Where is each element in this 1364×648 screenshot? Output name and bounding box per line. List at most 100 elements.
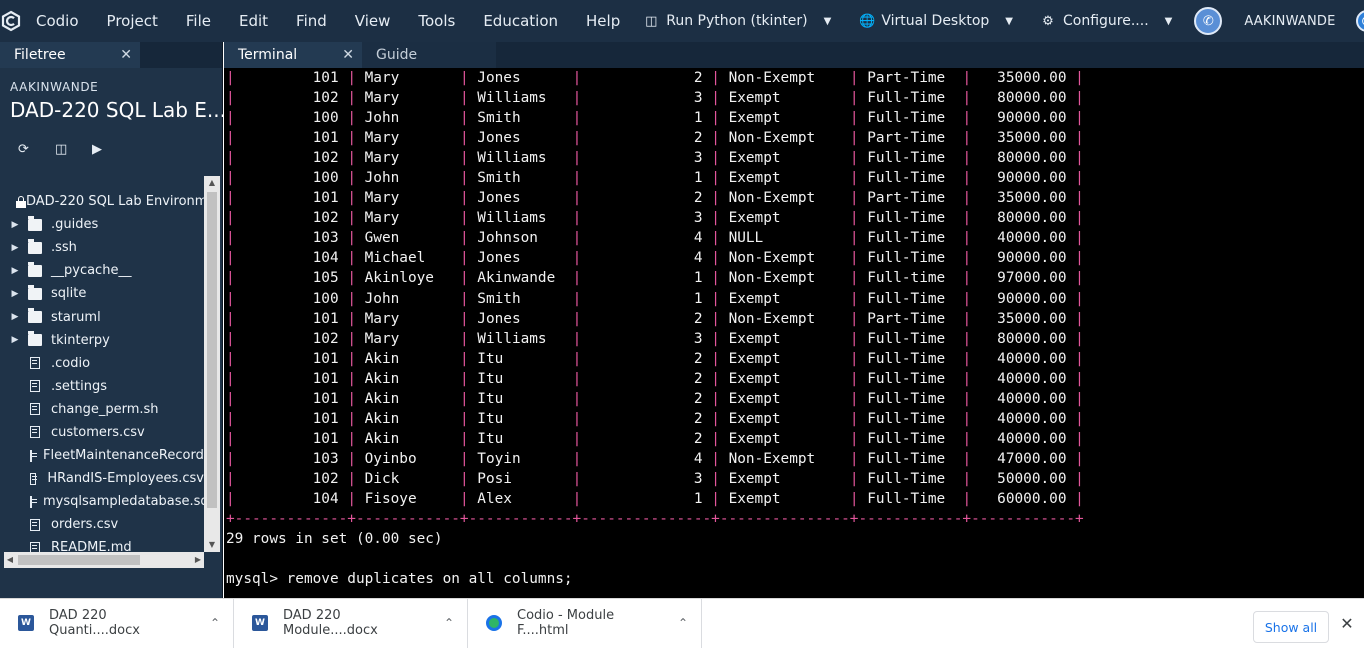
tree-file[interactable]: README.md <box>0 536 204 552</box>
table-row: | 101 | Akin | Itu | 2 | Exempt | Full-T… <box>226 429 1362 449</box>
editor-tabbar: Terminal ✕ Guide <box>224 42 1364 68</box>
table-border: | <box>711 150 720 167</box>
table-border: | <box>459 190 469 207</box>
tab-guide[interactable]: Guide <box>362 42 496 68</box>
configure-dropdown[interactable]: ⚙ Configure.... ▼ <box>1031 0 1182 42</box>
phone-icon[interactable]: ✆ <box>1194 7 1223 35</box>
run-dropdown[interactable]: ◫ Run Python (tkinter) ▼ <box>634 0 841 42</box>
tree-file[interactable]: .settings <box>0 375 204 398</box>
table-cell: Non-Exempt <box>719 270 850 287</box>
close-icon[interactable]: ✕ <box>342 47 354 63</box>
table-cell: 1 <box>581 270 712 287</box>
menu-project[interactable]: Project <box>93 0 172 42</box>
tree-file[interactable]: customers.csv <box>0 421 204 444</box>
tree-file[interactable]: .codio <box>0 352 204 375</box>
file-label: customers.csv <box>51 424 145 440</box>
table-border: | <box>1075 370 1084 387</box>
menu-codio[interactable]: Codio <box>22 0 93 42</box>
table-cell: Williams <box>468 210 573 227</box>
table-border: | <box>347 410 356 427</box>
menu-education[interactable]: Education <box>469 0 572 42</box>
expand-arrow-icon[interactable]: ▶ <box>8 312 22 322</box>
table-cell: 40000.00 <box>971 350 1076 367</box>
download-item[interactable]: W DAD 220 Quanti....docx ⌃ <box>0 598 234 648</box>
tree-folder[interactable]: ▶ __pycache__ <box>0 259 204 282</box>
expand-arrow-icon[interactable]: ▶ <box>8 243 22 253</box>
expand-arrow-icon[interactable]: ▶ <box>8 266 22 276</box>
table-row: | 101 | Mary | Jones | 2 | Non-Exempt | … <box>226 68 1362 88</box>
tab-filetree[interactable]: Filetree ✕ <box>0 42 140 68</box>
menu-help[interactable]: Help <box>572 0 634 42</box>
table-border: | <box>459 270 469 287</box>
tree-file[interactable]: mysqlsampledatabase.sql <box>0 490 204 513</box>
chevron-up-icon[interactable]: ⌃ <box>197 616 233 630</box>
chevron-up-icon[interactable]: ⌃ <box>431 616 467 630</box>
table-cell: Full-Time <box>858 250 963 267</box>
tree-folder[interactable]: ▶ staruml <box>0 305 204 328</box>
scrollbar-thumb[interactable] <box>18 555 140 565</box>
table-border: | <box>1075 290 1084 307</box>
expand-arrow-icon[interactable]: ▶ <box>8 289 22 299</box>
menu-find[interactable]: Find <box>282 0 341 42</box>
power-icon[interactable]: ⏻ <box>1355 10 1364 32</box>
table-border: | <box>572 350 582 367</box>
play-icon[interactable]: ▶ <box>92 142 129 178</box>
tree-file[interactable]: orders.csv <box>0 513 204 536</box>
table-cell: Part-Time <box>858 190 963 207</box>
menu-view[interactable]: View <box>341 0 405 42</box>
tree-folder[interactable]: ▶ tkinterpy <box>0 329 204 352</box>
refresh-icon[interactable]: ⟳ <box>18 142 55 178</box>
scroll-right-icon[interactable]: ▶ <box>192 552 204 568</box>
tab-terminal[interactable]: Terminal ✕ <box>224 42 362 68</box>
codio-logo-icon[interactable] <box>0 0 22 42</box>
table-cell: Non-Exempt <box>719 70 850 86</box>
file-icon <box>30 495 37 508</box>
table-cell: Alex <box>468 490 573 507</box>
table-border: | <box>226 230 235 247</box>
table-row: | 103 | Oyinbo | Toyin | 4 | Non-Exempt … <box>226 449 1362 469</box>
scroll-down-icon[interactable]: ▼ <box>204 538 220 552</box>
table-border: | <box>572 210 582 227</box>
chevron-up-icon[interactable]: ⌃ <box>665 616 701 630</box>
tree-root[interactable]: DAD-220 SQL Lab Environment <box>0 190 204 213</box>
show-all-button[interactable]: Show all <box>1253 611 1329 643</box>
tree-folder[interactable]: ▶ .guides <box>0 213 204 236</box>
scrollbar-thumb[interactable] <box>207 192 217 508</box>
tree-folder[interactable]: ▶ .ssh <box>0 236 204 259</box>
menu-file[interactable]: File <box>172 0 225 42</box>
terminal-output[interactable]: | 101 | Mary | Jones | 2 | Non-Exempt | … <box>226 68 1362 598</box>
menu-edit[interactable]: Edit <box>225 0 282 42</box>
expand-arrow-icon[interactable]: ▶ <box>8 335 22 345</box>
expand-arrow-icon[interactable]: ▶ <box>8 220 22 230</box>
terminal-icon[interactable]: ◫ <box>55 142 92 178</box>
table-cell: Full-time <box>858 270 963 287</box>
menu-tools[interactable]: Tools <box>404 0 469 42</box>
table-cell: 2 <box>581 390 712 407</box>
table-border: | <box>347 370 356 387</box>
table-border: | <box>962 210 972 227</box>
scroll-left-icon[interactable]: ◀ <box>4 552 16 568</box>
scroll-up-icon[interactable]: ▲ <box>204 176 220 190</box>
close-icon[interactable]: ✕ <box>1338 615 1356 633</box>
table-border: | <box>962 70 972 86</box>
filetree-horizontal-scrollbar[interactable]: ◀ ▶ <box>4 552 204 568</box>
tree-folder[interactable]: ▶ sqlite <box>0 282 204 305</box>
table-border: | <box>711 90 720 107</box>
tree-file[interactable]: HRandIS-Employees.csv <box>0 467 204 490</box>
table-cell: 104 <box>234 490 348 507</box>
tree-file[interactable]: FleetMaintenanceRecords <box>0 444 204 467</box>
download-item[interactable]: W DAD 220 Module....docx ⌃ <box>234 598 468 648</box>
download-item[interactable]: Codio - Module F....html ⌃ <box>468 598 702 648</box>
virtual-desktop-dropdown[interactable]: 🌐 Virtual Desktop ▼ <box>849 0 1023 42</box>
close-icon[interactable]: ✕ <box>120 47 132 63</box>
table-cell: Itu <box>468 390 573 407</box>
file-label: FleetMaintenanceRecords <box>43 448 204 464</box>
filetree-panel: Filetree ✕ AAKINWANDE DAD-220 SQL Lab E.… <box>0 42 226 598</box>
tree-file[interactable]: change_perm.sh <box>0 398 204 421</box>
filetree-vertical-scrollbar[interactable]: ▲ ▼ <box>204 176 220 552</box>
table-border: | <box>226 290 235 307</box>
table-row: | 101 | Akin | Itu | 2 | Exempt | Full-T… <box>226 409 1362 429</box>
mysql-prompt[interactable]: mysql> remove duplicates on all columns; <box>226 569 1362 589</box>
table-border: | <box>226 390 235 407</box>
table-border: | <box>459 450 469 467</box>
